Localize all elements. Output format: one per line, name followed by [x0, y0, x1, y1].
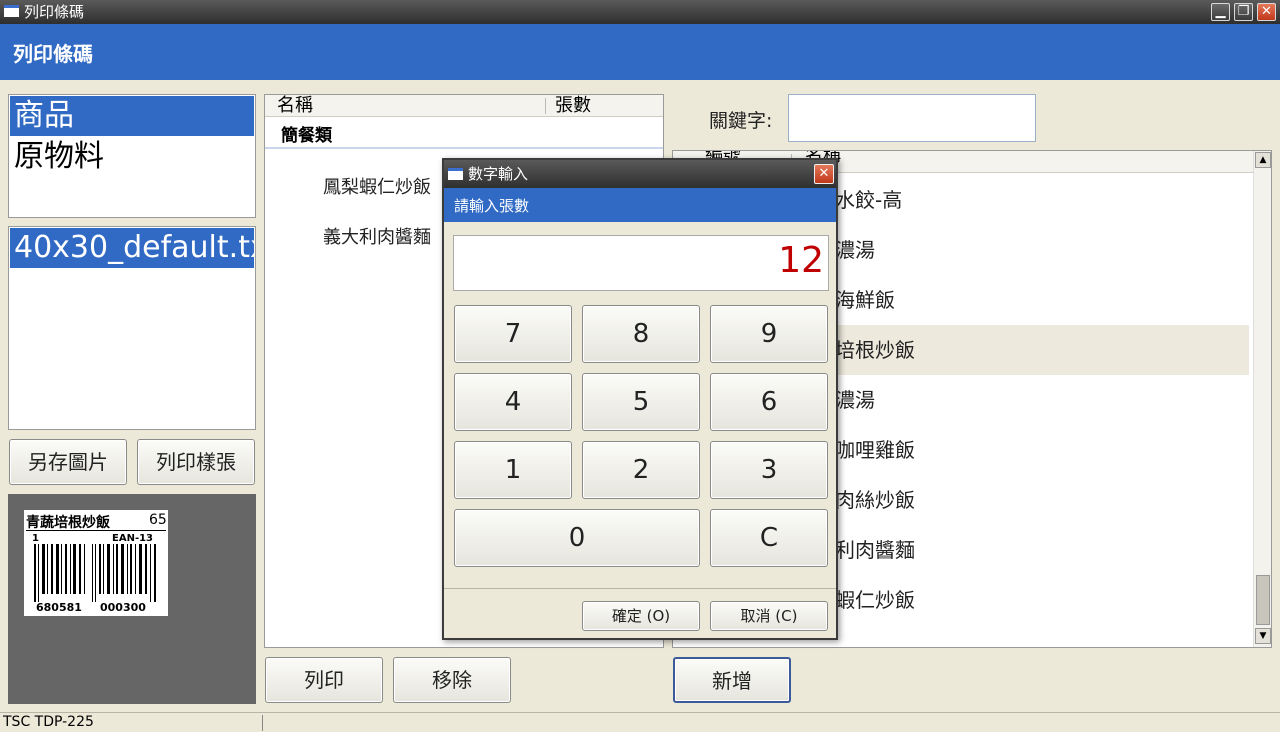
product-row-name: 蝦仁炒飯	[835, 588, 915, 612]
scroll-thumb[interactable]	[1256, 575, 1270, 625]
number-display-value: 12	[778, 240, 824, 281]
key-6-button[interactable]: 6	[710, 373, 828, 431]
key-5-button[interactable]: 5	[582, 373, 700, 431]
print-list-item[interactable]: 義大利肉醬麵	[323, 223, 431, 249]
key-3-button[interactable]: 3	[710, 441, 828, 499]
close-button[interactable]: ✕	[1257, 3, 1276, 21]
print-list-item[interactable]: 鳳梨蝦仁炒飯	[323, 173, 431, 199]
status-bar: TSC TDP-225	[0, 712, 1280, 732]
barcode-label: 青蔬培根炒飯 65 1 EAN-13 680581 000300	[24, 510, 168, 616]
key-1-button[interactable]: 1	[454, 441, 572, 499]
window-titlebar: 列印條碼 ▁ ❐ ✕	[0, 0, 1280, 24]
key-2-button[interactable]: 2	[582, 441, 700, 499]
minimize-button[interactable]: ▁	[1211, 3, 1230, 21]
key-9-button[interactable]: 9	[710, 305, 828, 363]
dialog-prompt: 請輸入張數	[454, 197, 530, 215]
cancel-button[interactable]: 取消 (C)	[710, 601, 828, 631]
save-image-button[interactable]: 另存圖片	[9, 439, 127, 485]
product-row-name: 海鮮飯	[835, 288, 895, 312]
barcode-digits-right: 000300	[100, 601, 146, 614]
column-header-count[interactable]: 張數	[555, 95, 591, 117]
printer-name: TSC TDP-225	[3, 714, 94, 730]
add-button[interactable]: 新增	[673, 657, 791, 703]
status-divider	[262, 715, 263, 731]
key-8-button[interactable]: 8	[582, 305, 700, 363]
product-row-name: 濃湯	[835, 388, 875, 412]
category-list[interactable]: 商品 原物料	[8, 94, 256, 218]
dialog-close-icon[interactable]: ✕	[814, 164, 834, 184]
column-divider	[545, 98, 546, 114]
label-divider	[26, 530, 166, 531]
dialog-titlebar: 數字輸入 ✕	[444, 160, 836, 188]
key-4-button[interactable]: 4	[454, 373, 572, 431]
ok-button[interactable]: 確定 (O)	[582, 601, 700, 631]
app-window-icon	[4, 5, 19, 17]
window-title: 列印條碼	[24, 3, 85, 21]
product-row-name: 咖哩雞飯	[835, 438, 915, 462]
page-title: 列印條碼	[13, 42, 93, 66]
dialog-header: 請輸入張數	[444, 188, 836, 222]
group-title: 簡餐類	[281, 126, 332, 146]
category-item-material[interactable]: 原物料	[10, 137, 254, 177]
label-code-type: EAN-13	[112, 533, 154, 544]
product-row-name: 利肉醬麵	[835, 538, 915, 562]
template-item[interactable]: 40x30_default.txt	[10, 228, 254, 268]
key-7-button[interactable]: 7	[454, 305, 572, 363]
label-price: 65	[149, 512, 167, 528]
number-input-dialog: 數字輸入 ✕ 請輸入張數 12 7 8 9 4 5 6 1 2 3 0 C 確定…	[442, 158, 838, 640]
keyword-label: 關鍵字:	[709, 110, 773, 132]
category-item-product[interactable]: 商品	[10, 96, 254, 136]
dialog-window-icon	[448, 168, 463, 180]
column-header-name[interactable]: 名稱	[277, 95, 313, 117]
barcode-image	[34, 544, 156, 602]
print-sample-button[interactable]: 列印樣張	[137, 439, 255, 485]
product-row-name: 肉絲炒飯	[835, 488, 915, 512]
key-0-button[interactable]: 0	[454, 509, 700, 567]
keyword-input[interactable]	[788, 94, 1036, 142]
product-row-name: 濃湯	[835, 238, 875, 262]
label-qty: 1	[32, 533, 39, 544]
dialog-title: 數字輸入	[468, 165, 529, 183]
scroll-up-icon[interactable]: ▲	[1255, 152, 1271, 168]
print-list-header: 名稱 張數	[265, 95, 663, 117]
page-header: 列印條碼	[0, 24, 1280, 80]
group-header: 簡餐類	[265, 117, 663, 149]
key-clear-button[interactable]: C	[710, 509, 828, 567]
number-display: 12	[453, 235, 829, 291]
label-product-name: 青蔬培根炒飯	[26, 515, 110, 531]
product-list-scrollbar[interactable]: ▲ ▼	[1253, 151, 1271, 647]
product-row-name: 水餃-高	[835, 188, 903, 212]
template-list[interactable]: 40x30_default.txt	[8, 226, 256, 430]
restore-button[interactable]: ❐	[1234, 3, 1253, 21]
scroll-down-icon[interactable]: ▼	[1255, 628, 1271, 644]
remove-button[interactable]: 移除	[393, 657, 511, 703]
product-row-name: 培根炒飯	[835, 338, 915, 362]
label-preview-area: 青蔬培根炒飯 65 1 EAN-13 680581 000300	[8, 494, 256, 704]
barcode-digits-left: 680581	[36, 601, 82, 614]
print-button[interactable]: 列印	[265, 657, 383, 703]
dialog-divider	[444, 588, 836, 589]
